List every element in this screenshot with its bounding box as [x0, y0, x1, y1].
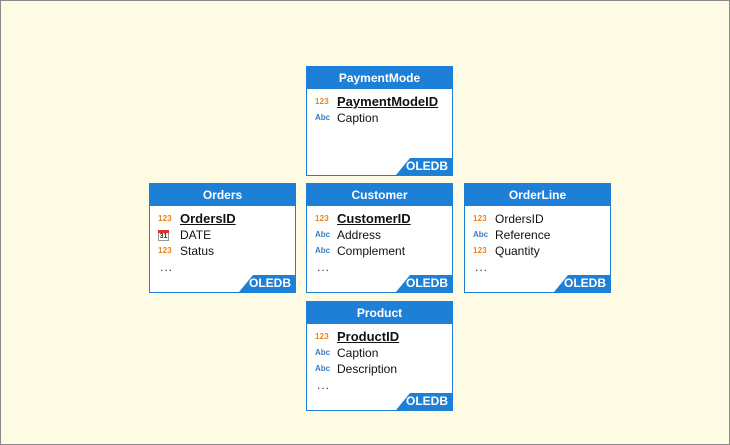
- field-name: Complement: [337, 244, 406, 258]
- text-type-icon: Abc: [315, 246, 331, 255]
- calendar-icon: 31: [158, 229, 169, 241]
- table-title[interactable]: OrderLine: [465, 184, 610, 206]
- table-customer[interactable]: Customer 123 CustomerID Abc Address Abc …: [306, 183, 453, 293]
- more-fields[interactable]: ...: [158, 259, 295, 275]
- text-type-icon: Abc: [473, 230, 489, 239]
- field-row[interactable]: 123 Quantity: [473, 243, 610, 259]
- more-fields[interactable]: ...: [315, 377, 452, 393]
- field-row[interactable]: Abc Caption: [315, 345, 452, 361]
- field-row[interactable]: 123 OrdersID: [158, 211, 295, 227]
- table-title[interactable]: PaymentMode: [307, 67, 452, 89]
- field-row[interactable]: Abc Description: [315, 361, 452, 377]
- field-row[interactable]: 31 DATE: [158, 227, 295, 243]
- badge-label: OLEDB: [406, 159, 448, 173]
- numeric-type-icon: 123: [473, 246, 487, 255]
- field-row[interactable]: 123 Status: [158, 243, 295, 259]
- field-list: 123 OrdersID Abc Reference 123 Quantity …: [465, 206, 610, 275]
- field-name: PaymentModeID: [337, 94, 439, 109]
- field-name: Status: [180, 244, 215, 258]
- text-type-icon: Abc: [315, 348, 331, 357]
- more-fields[interactable]: ...: [315, 259, 452, 275]
- field-list: 123 OrdersID 31 DATE 123 Status ...: [150, 206, 295, 275]
- numeric-type-icon: 123: [315, 214, 329, 223]
- field-name: Caption: [337, 111, 379, 125]
- badge-label: OLEDB: [406, 394, 448, 408]
- field-name: Caption: [337, 346, 379, 360]
- text-type-icon: Abc: [315, 230, 331, 239]
- table-title[interactable]: Product: [307, 302, 452, 324]
- numeric-type-icon: 123: [158, 214, 172, 223]
- field-name: Reference: [495, 228, 551, 242]
- numeric-type-icon: 123: [158, 246, 172, 255]
- connector-badge: OLEDB: [396, 158, 452, 175]
- field-name: Quantity: [495, 244, 540, 258]
- text-type-icon: Abc: [315, 113, 331, 122]
- field-list: 123 ProductID Abc Caption Abc Descriptio…: [307, 324, 452, 393]
- field-list: 123 PaymentModeID Abc Caption: [307, 89, 452, 126]
- field-row[interactable]: 123 PaymentModeID: [315, 94, 452, 110]
- field-row[interactable]: Abc Reference: [473, 227, 610, 243]
- numeric-type-icon: 123: [315, 332, 329, 341]
- badge-label: OLEDB: [249, 276, 291, 290]
- text-type-icon: Abc: [315, 364, 331, 373]
- numeric-type-icon: 123: [315, 97, 329, 106]
- field-name: CustomerID: [337, 211, 411, 226]
- field-row[interactable]: 123 CustomerID: [315, 211, 452, 227]
- field-name: OrdersID: [495, 212, 544, 226]
- table-orders[interactable]: Orders 123 OrdersID 31 DATE 123 Status .…: [149, 183, 296, 293]
- badge-label: OLEDB: [564, 276, 606, 290]
- table-product[interactable]: Product 123 ProductID Abc Caption Abc De…: [306, 301, 453, 411]
- table-orderline[interactable]: OrderLine 123 OrdersID Abc Reference 123…: [464, 183, 611, 293]
- diagram-canvas[interactable]: PaymentMode 123 PaymentModeID Abc Captio…: [0, 0, 730, 445]
- field-name: Address: [337, 228, 382, 242]
- connector-badge: OLEDB: [396, 275, 452, 292]
- connector-badge: OLEDB: [554, 275, 610, 292]
- badge-label: OLEDB: [406, 276, 448, 290]
- connector-badge: OLEDB: [239, 275, 295, 292]
- field-name: Description: [337, 362, 398, 376]
- field-name: DATE: [180, 228, 212, 242]
- table-title[interactable]: Customer: [307, 184, 452, 206]
- table-title[interactable]: Orders: [150, 184, 295, 206]
- field-row[interactable]: 123 OrdersID: [473, 211, 610, 227]
- connector-badge: OLEDB: [396, 393, 452, 410]
- field-row[interactable]: Abc Address: [315, 227, 452, 243]
- field-row[interactable]: Abc Complement: [315, 243, 452, 259]
- field-list: 123 CustomerID Abc Address Abc Complemen…: [307, 206, 452, 275]
- numeric-type-icon: 123: [473, 214, 487, 223]
- field-row[interactable]: 123 ProductID: [315, 329, 452, 345]
- field-row[interactable]: Abc Caption: [315, 110, 452, 126]
- more-fields[interactable]: ...: [473, 259, 610, 275]
- calendar-day: 31: [159, 232, 168, 240]
- field-name: OrdersID: [180, 211, 236, 226]
- field-name: ProductID: [337, 329, 400, 344]
- table-paymentmode[interactable]: PaymentMode 123 PaymentModeID Abc Captio…: [306, 66, 453, 176]
